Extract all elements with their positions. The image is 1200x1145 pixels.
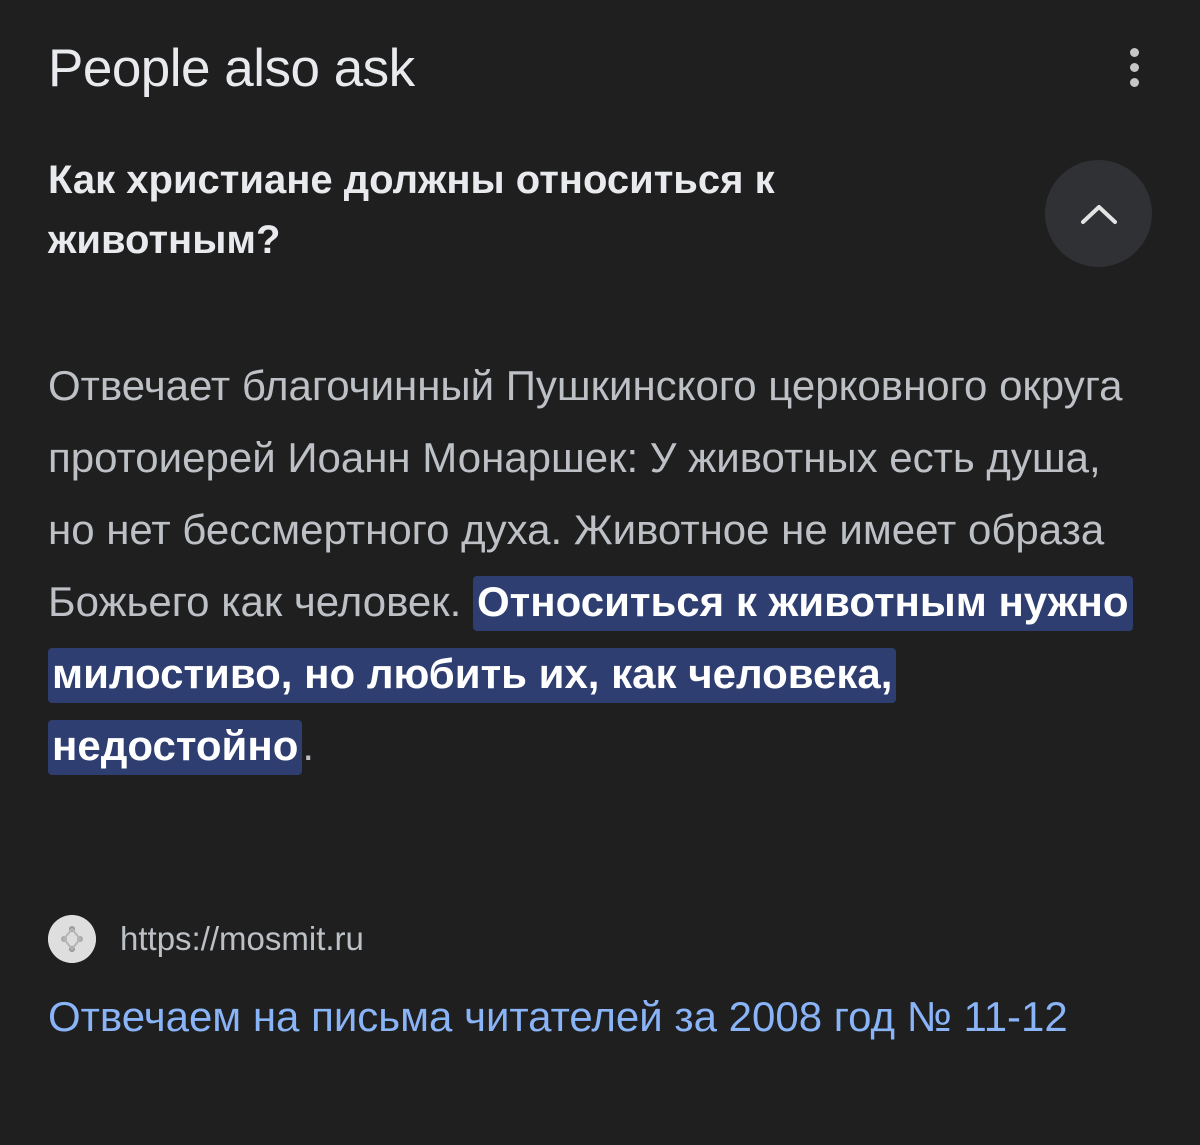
answer-snippet: Отвечает благочинный Пушкинского церковн… [48,350,1158,782]
question-heading[interactable]: Как христиане должны относиться к животн… [48,150,1008,270]
more-vert-icon [1129,47,1139,57]
more-vert-icon-dot [1129,77,1139,87]
more-options-button[interactable] [1112,40,1156,94]
site-favicon-icon [48,915,96,963]
collapse-button[interactable] [1045,160,1152,267]
section-title: People also ask [48,39,415,98]
more-vert-icon-dot [1129,62,1139,72]
chevron-up-icon [1080,204,1117,224]
source-link[interactable]: https://mosmit.ru [48,915,364,963]
answer-text-end: . [302,722,315,769]
result-title-link[interactable]: Отвечаем на письма читателей за 2008 год… [48,980,1148,1054]
source-url: https://mosmit.ru [120,920,364,957]
